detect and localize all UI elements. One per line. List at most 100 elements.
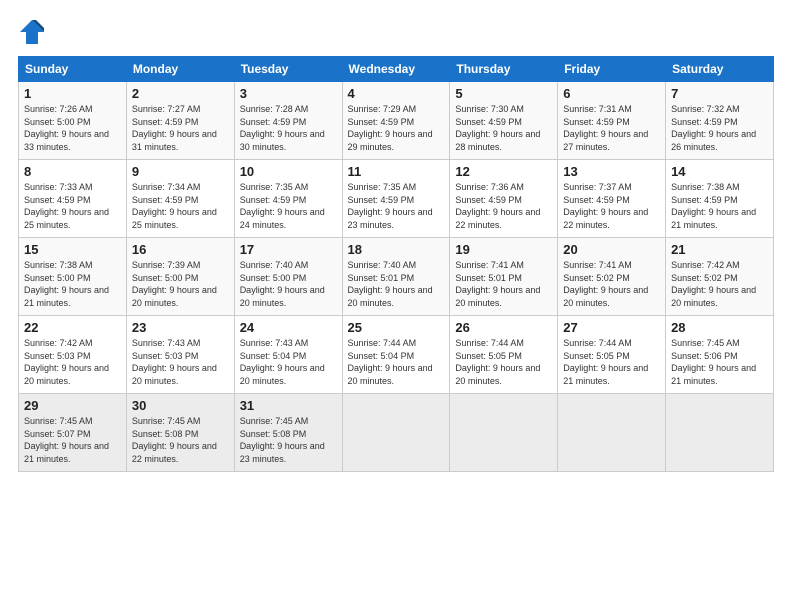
day-info: Sunrise: 7:45 AM Sunset: 5:06 PM Dayligh… <box>671 337 768 387</box>
day-number: 6 <box>563 86 660 101</box>
calendar-week-row: 22 Sunrise: 7:42 AM Sunset: 5:03 PM Dayl… <box>19 316 774 394</box>
day-number: 31 <box>240 398 337 413</box>
day-number: 17 <box>240 242 337 257</box>
day-number: 19 <box>455 242 552 257</box>
day-info: Sunrise: 7:35 AM Sunset: 4:59 PM Dayligh… <box>348 181 445 231</box>
day-info: Sunrise: 7:40 AM Sunset: 5:01 PM Dayligh… <box>348 259 445 309</box>
day-of-week-header: Wednesday <box>342 57 450 82</box>
calendar-cell <box>666 394 774 472</box>
calendar-cell: 29 Sunrise: 7:45 AM Sunset: 5:07 PM Dayl… <box>19 394 127 472</box>
day-info: Sunrise: 7:37 AM Sunset: 4:59 PM Dayligh… <box>563 181 660 231</box>
calendar-cell: 3 Sunrise: 7:28 AM Sunset: 4:59 PM Dayli… <box>234 82 342 160</box>
day-info: Sunrise: 7:41 AM Sunset: 5:01 PM Dayligh… <box>455 259 552 309</box>
day-info: Sunrise: 7:39 AM Sunset: 5:00 PM Dayligh… <box>132 259 229 309</box>
day-of-week-header: Sunday <box>19 57 127 82</box>
day-info: Sunrise: 7:34 AM Sunset: 4:59 PM Dayligh… <box>132 181 229 231</box>
day-number: 14 <box>671 164 768 179</box>
day-number: 8 <box>24 164 121 179</box>
day-number: 24 <box>240 320 337 335</box>
day-number: 28 <box>671 320 768 335</box>
calendar-cell <box>558 394 666 472</box>
calendar-cell <box>450 394 558 472</box>
logo <box>18 18 50 46</box>
calendar-cell: 15 Sunrise: 7:38 AM Sunset: 5:00 PM Dayl… <box>19 238 127 316</box>
day-number: 12 <box>455 164 552 179</box>
calendar-cell: 26 Sunrise: 7:44 AM Sunset: 5:05 PM Dayl… <box>450 316 558 394</box>
day-info: Sunrise: 7:35 AM Sunset: 4:59 PM Dayligh… <box>240 181 337 231</box>
calendar-cell: 5 Sunrise: 7:30 AM Sunset: 4:59 PM Dayli… <box>450 82 558 160</box>
calendar-cell: 20 Sunrise: 7:41 AM Sunset: 5:02 PM Dayl… <box>558 238 666 316</box>
day-number: 23 <box>132 320 229 335</box>
day-info: Sunrise: 7:27 AM Sunset: 4:59 PM Dayligh… <box>132 103 229 153</box>
calendar-cell <box>342 394 450 472</box>
day-info: Sunrise: 7:29 AM Sunset: 4:59 PM Dayligh… <box>348 103 445 153</box>
day-info: Sunrise: 7:41 AM Sunset: 5:02 PM Dayligh… <box>563 259 660 309</box>
calendar-cell: 28 Sunrise: 7:45 AM Sunset: 5:06 PM Dayl… <box>666 316 774 394</box>
day-number: 7 <box>671 86 768 101</box>
calendar-cell: 31 Sunrise: 7:45 AM Sunset: 5:08 PM Dayl… <box>234 394 342 472</box>
day-info: Sunrise: 7:31 AM Sunset: 4:59 PM Dayligh… <box>563 103 660 153</box>
calendar-cell: 10 Sunrise: 7:35 AM Sunset: 4:59 PM Dayl… <box>234 160 342 238</box>
day-of-week-header: Tuesday <box>234 57 342 82</box>
calendar-week-row: 15 Sunrise: 7:38 AM Sunset: 5:00 PM Dayl… <box>19 238 774 316</box>
calendar-cell: 30 Sunrise: 7:45 AM Sunset: 5:08 PM Dayl… <box>126 394 234 472</box>
calendar-header: SundayMondayTuesdayWednesdayThursdayFrid… <box>19 57 774 82</box>
day-number: 10 <box>240 164 337 179</box>
calendar-cell: 22 Sunrise: 7:42 AM Sunset: 5:03 PM Dayl… <box>19 316 127 394</box>
day-number: 29 <box>24 398 121 413</box>
day-info: Sunrise: 7:43 AM Sunset: 5:04 PM Dayligh… <box>240 337 337 387</box>
day-number: 13 <box>563 164 660 179</box>
day-number: 16 <box>132 242 229 257</box>
day-number: 2 <box>132 86 229 101</box>
day-info: Sunrise: 7:38 AM Sunset: 4:59 PM Dayligh… <box>671 181 768 231</box>
day-info: Sunrise: 7:36 AM Sunset: 4:59 PM Dayligh… <box>455 181 552 231</box>
day-info: Sunrise: 7:45 AM Sunset: 5:08 PM Dayligh… <box>132 415 229 465</box>
calendar-cell: 16 Sunrise: 7:39 AM Sunset: 5:00 PM Dayl… <box>126 238 234 316</box>
day-info: Sunrise: 7:40 AM Sunset: 5:00 PM Dayligh… <box>240 259 337 309</box>
day-of-week-header: Friday <box>558 57 666 82</box>
day-number: 25 <box>348 320 445 335</box>
day-number: 22 <box>24 320 121 335</box>
calendar-cell: 13 Sunrise: 7:37 AM Sunset: 4:59 PM Dayl… <box>558 160 666 238</box>
calendar-cell: 7 Sunrise: 7:32 AM Sunset: 4:59 PM Dayli… <box>666 82 774 160</box>
day-number: 21 <box>671 242 768 257</box>
calendar-cell: 23 Sunrise: 7:43 AM Sunset: 5:03 PM Dayl… <box>126 316 234 394</box>
page-container: SundayMondayTuesdayWednesdayThursdayFrid… <box>0 0 792 482</box>
day-number: 11 <box>348 164 445 179</box>
calendar-cell: 8 Sunrise: 7:33 AM Sunset: 4:59 PM Dayli… <box>19 160 127 238</box>
header <box>18 18 774 46</box>
day-number: 30 <box>132 398 229 413</box>
calendar-week-row: 1 Sunrise: 7:26 AM Sunset: 5:00 PM Dayli… <box>19 82 774 160</box>
calendar-cell: 2 Sunrise: 7:27 AM Sunset: 4:59 PM Dayli… <box>126 82 234 160</box>
calendar-cell: 9 Sunrise: 7:34 AM Sunset: 4:59 PM Dayli… <box>126 160 234 238</box>
day-number: 9 <box>132 164 229 179</box>
day-info: Sunrise: 7:44 AM Sunset: 5:05 PM Dayligh… <box>455 337 552 387</box>
day-number: 15 <box>24 242 121 257</box>
day-info: Sunrise: 7:45 AM Sunset: 5:07 PM Dayligh… <box>24 415 121 465</box>
calendar-week-row: 8 Sunrise: 7:33 AM Sunset: 4:59 PM Dayli… <box>19 160 774 238</box>
day-number: 4 <box>348 86 445 101</box>
day-info: Sunrise: 7:38 AM Sunset: 5:00 PM Dayligh… <box>24 259 121 309</box>
calendar-cell: 21 Sunrise: 7:42 AM Sunset: 5:02 PM Dayl… <box>666 238 774 316</box>
day-info: Sunrise: 7:45 AM Sunset: 5:08 PM Dayligh… <box>240 415 337 465</box>
day-number: 18 <box>348 242 445 257</box>
calendar-cell: 1 Sunrise: 7:26 AM Sunset: 5:00 PM Dayli… <box>19 82 127 160</box>
day-info: Sunrise: 7:42 AM Sunset: 5:03 PM Dayligh… <box>24 337 121 387</box>
day-info: Sunrise: 7:33 AM Sunset: 4:59 PM Dayligh… <box>24 181 121 231</box>
calendar-cell: 14 Sunrise: 7:38 AM Sunset: 4:59 PM Dayl… <box>666 160 774 238</box>
day-info: Sunrise: 7:30 AM Sunset: 4:59 PM Dayligh… <box>455 103 552 153</box>
day-info: Sunrise: 7:44 AM Sunset: 5:05 PM Dayligh… <box>563 337 660 387</box>
calendar-week-row: 29 Sunrise: 7:45 AM Sunset: 5:07 PM Dayl… <box>19 394 774 472</box>
calendar-cell: 4 Sunrise: 7:29 AM Sunset: 4:59 PM Dayli… <box>342 82 450 160</box>
calendar-table: SundayMondayTuesdayWednesdayThursdayFrid… <box>18 56 774 472</box>
day-number: 20 <box>563 242 660 257</box>
day-info: Sunrise: 7:44 AM Sunset: 5:04 PM Dayligh… <box>348 337 445 387</box>
calendar-cell: 18 Sunrise: 7:40 AM Sunset: 5:01 PM Dayl… <box>342 238 450 316</box>
day-number: 5 <box>455 86 552 101</box>
day-info: Sunrise: 7:26 AM Sunset: 5:00 PM Dayligh… <box>24 103 121 153</box>
calendar-cell: 24 Sunrise: 7:43 AM Sunset: 5:04 PM Dayl… <box>234 316 342 394</box>
calendar-cell: 6 Sunrise: 7:31 AM Sunset: 4:59 PM Dayli… <box>558 82 666 160</box>
day-of-week-header: Thursday <box>450 57 558 82</box>
day-info: Sunrise: 7:43 AM Sunset: 5:03 PM Dayligh… <box>132 337 229 387</box>
day-of-week-header: Saturday <box>666 57 774 82</box>
